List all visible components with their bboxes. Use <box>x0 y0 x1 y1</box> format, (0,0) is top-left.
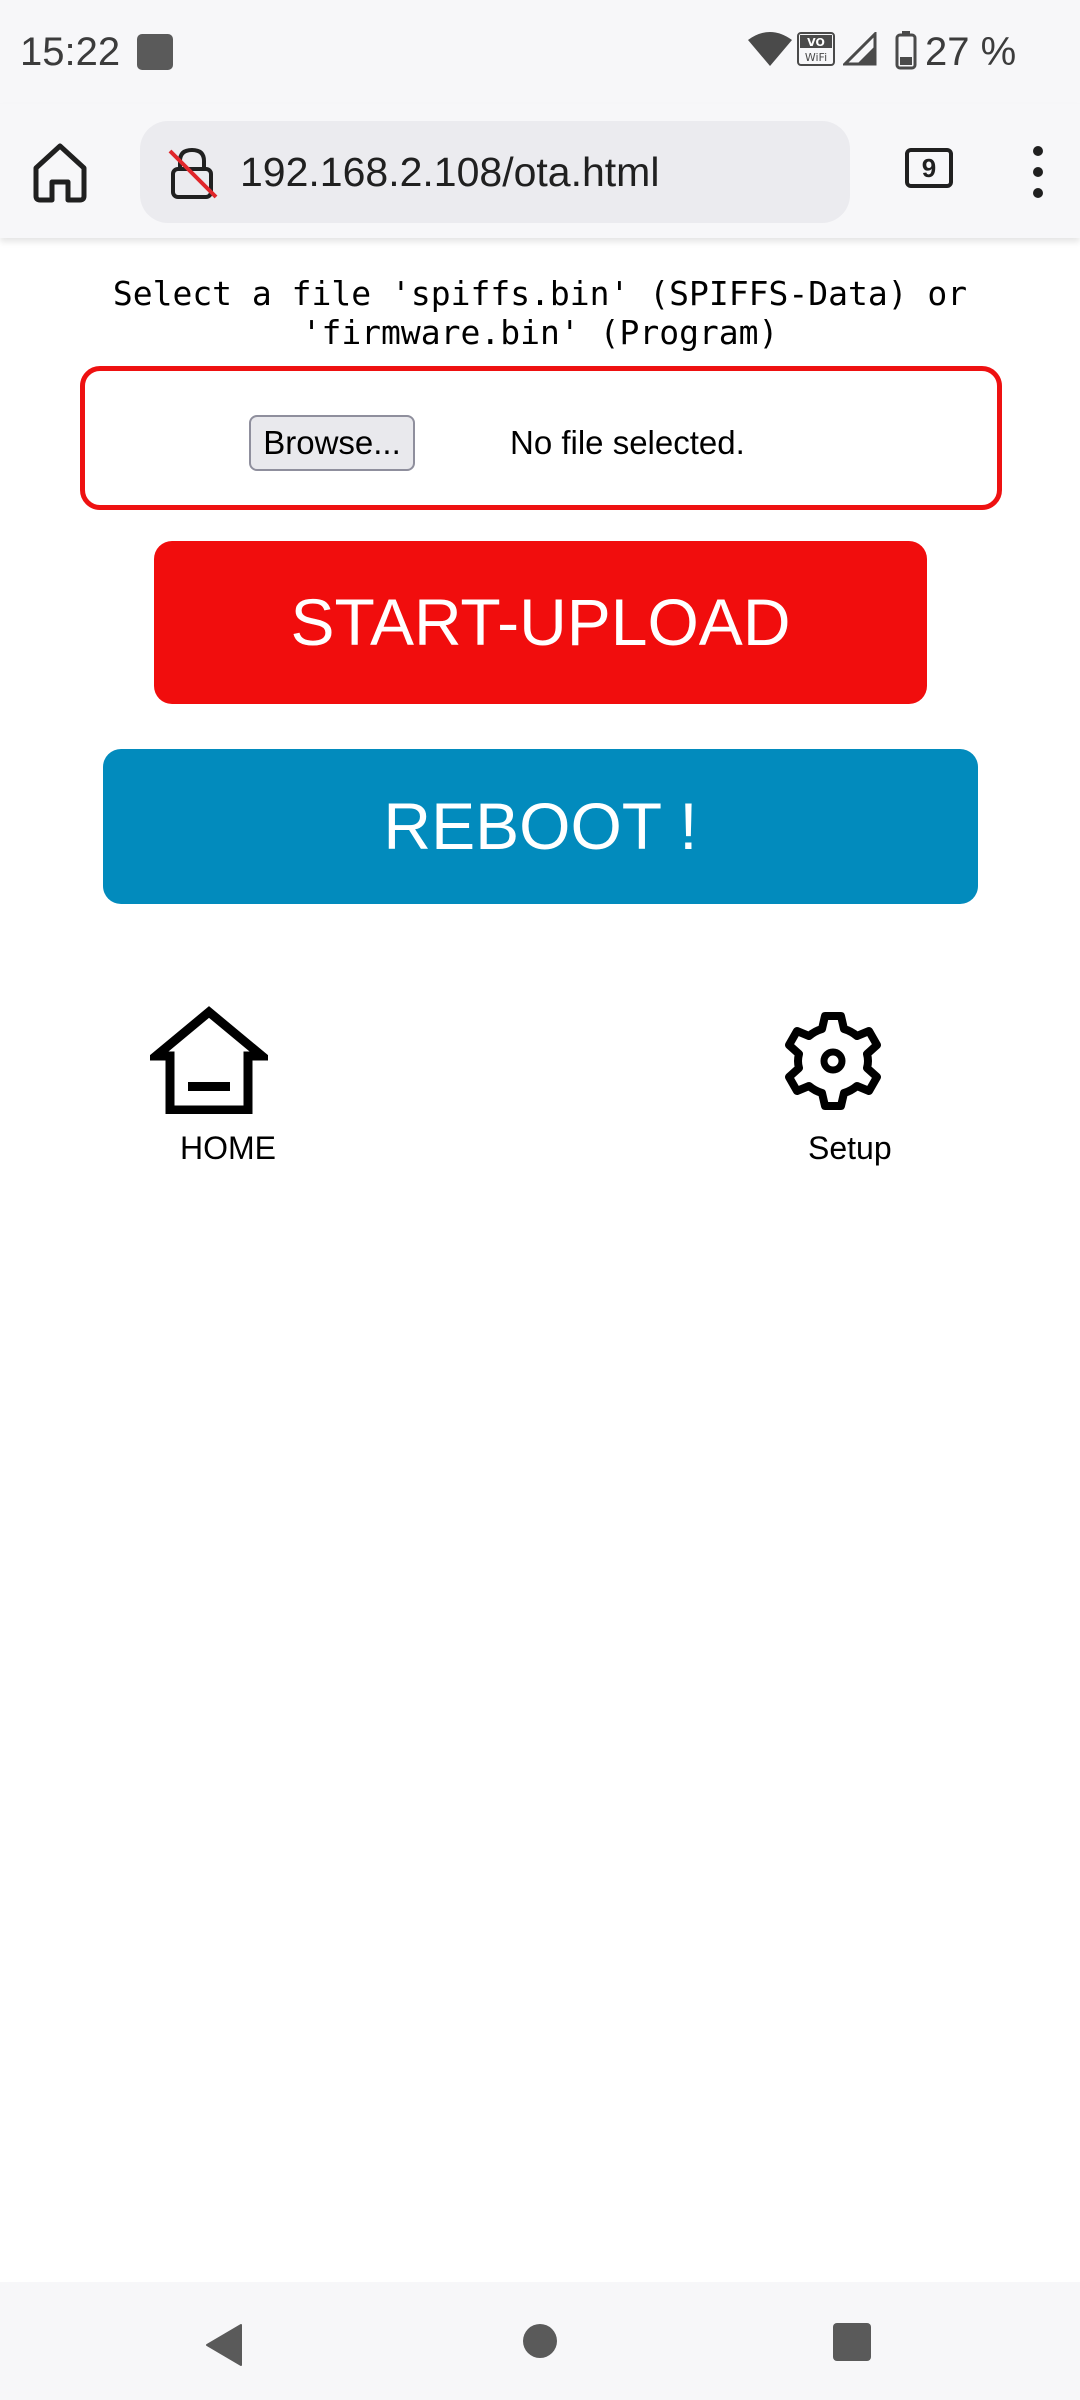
insecure-lock-icon[interactable] <box>164 145 220 201</box>
menu-dot <box>1033 188 1043 198</box>
file-status-text: No file selected. <box>510 424 745 461</box>
svg-text:VO: VO <box>807 36 825 49</box>
url-bar[interactable]: 192.168.2.108/ota.html <box>140 121 850 223</box>
nav-setup-link[interactable]: Setup <box>778 1010 938 1180</box>
browser-toolbar: 192.168.2.108/ota.html 9 <box>0 104 1080 238</box>
battery-percentage: 27 % <box>925 30 1017 74</box>
status-bar: 15:22 VO WiFi 27 % <box>0 0 1080 104</box>
gear-icon <box>785 1012 881 1110</box>
home-icon <box>33 143 87 203</box>
browse-button[interactable]: Browse... <box>249 415 415 471</box>
file-input-box: Browse... No file selected. <box>80 366 1002 510</box>
vowifi-icon: VO WiFi <box>797 32 835 66</box>
url-text[interactable]: 192.168.2.108/ota.html <box>240 145 659 199</box>
svg-text:WiFi: WiFi <box>805 51 827 64</box>
battery-icon <box>895 31 917 70</box>
system-navigation-bar <box>0 2282 1080 2400</box>
nav-home-label[interactable]: HOME <box>180 1128 276 1168</box>
overflow-menu-icon[interactable] <box>1020 144 1058 200</box>
app-notification-icon <box>137 34 173 70</box>
home-icon <box>150 1006 268 1114</box>
wifi-icon <box>748 32 792 66</box>
menu-dot <box>1033 167 1043 177</box>
reboot-button[interactable]: REBOOT ! <box>103 749 978 904</box>
back-icon[interactable] <box>205 2323 245 2367</box>
tabs-button[interactable]: 9 <box>905 148 953 188</box>
system-home-icon[interactable] <box>523 2324 557 2358</box>
cellular-signal-icon <box>843 32 877 66</box>
upload-instruction: Select a file 'spiffs.bin' (SPIFFS-Data)… <box>0 274 1080 352</box>
browser-home-button[interactable] <box>22 134 98 210</box>
nav-home-link[interactable]: HOME <box>150 1006 310 1176</box>
nav-setup-label[interactable]: Setup <box>808 1128 892 1168</box>
menu-dot <box>1033 146 1043 156</box>
recents-icon[interactable] <box>833 2323 871 2361</box>
instruction-line-1: Select a file 'spiffs.bin' (SPIFFS-Data)… <box>112 274 968 313</box>
start-upload-button[interactable]: START-UPLOAD <box>154 541 927 704</box>
instruction-line-2: 'firmware.bin' (Program) <box>301 313 779 352</box>
status-time: 15:22 <box>20 30 121 74</box>
